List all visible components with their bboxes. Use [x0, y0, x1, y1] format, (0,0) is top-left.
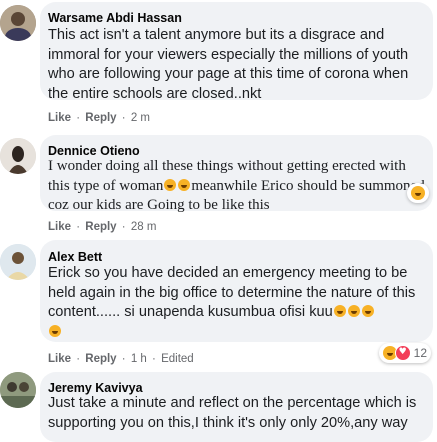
comment-bubble: Warsame Abdi Hassan This act isn't a tal… [40, 2, 433, 102]
comment-bubble: Jeremy Kavivya Just take a minute and re… [40, 372, 433, 442]
comment-author[interactable]: Jeremy Kavivya [48, 381, 143, 395]
like-link[interactable]: Like [48, 221, 71, 233]
haha-emoji-icon [49, 324, 61, 337]
haha-emoji-icon [411, 186, 425, 200]
comment-author[interactable]: Dennice Otieno [48, 144, 140, 158]
separator: · [121, 221, 126, 233]
comment-text: Just take a minute and reflect on the pe… [48, 395, 417, 431]
love-heart-icon [394, 345, 411, 361]
comment-text: Erick so you have decided an emergency m… [48, 264, 427, 342]
avatar[interactable] [0, 138, 36, 174]
separator: · [76, 221, 81, 233]
comment-time[interactable]: 1 h [131, 353, 147, 365]
comment-bubble: Alex Bett Erick so you have decided an e… [40, 240, 433, 342]
separator: · [76, 353, 81, 365]
haha-emoji-icon [164, 178, 177, 191]
comment-author[interactable]: Warsame Abdi Hassan [48, 11, 182, 25]
like-link[interactable]: Like [48, 112, 71, 124]
reply-link[interactable]: Reply [85, 221, 116, 233]
separator: · [121, 112, 126, 124]
avatar-photo-icon [0, 138, 36, 174]
comment-author[interactable]: Alex Bett [48, 250, 102, 264]
avatar[interactable] [0, 244, 36, 280]
reaction-badge[interactable] [407, 183, 429, 203]
avatar[interactable] [0, 372, 36, 408]
reaction-badge[interactable]: 12 [378, 343, 431, 363]
edited-label[interactable]: Edited [161, 353, 194, 365]
avatar[interactable] [0, 5, 36, 41]
avatar-photo-icon [0, 244, 36, 280]
comment-bubble: Dennice Otieno I wonder doing all these … [40, 135, 433, 213]
comment-text-body: Erick so you have decided an emergency m… [48, 265, 416, 320]
haha-emoji-icon [361, 305, 374, 317]
haha-emoji-icon [178, 178, 191, 191]
haha-emoji-icon [347, 305, 360, 317]
reply-link[interactable]: Reply [85, 353, 116, 365]
comment-actions: Like · Reply · 28 m [48, 221, 156, 233]
like-link[interactable]: Like [48, 353, 71, 365]
comment-time[interactable]: 28 m [131, 221, 157, 233]
reply-link[interactable]: Reply [85, 112, 116, 124]
avatar-photo-icon [0, 5, 36, 41]
separator: · [76, 112, 81, 124]
separator: · [152, 353, 156, 365]
comment-text: I wonder doing all these things without … [48, 157, 427, 216]
reaction-count: 12 [413, 346, 427, 360]
comment-time[interactable]: 2 m [131, 112, 150, 124]
haha-emoji-icon [333, 305, 346, 317]
comment-actions: Like · Reply · 1 h · Edited [48, 353, 194, 365]
comment-text: This act isn't a talent anymore but its … [48, 27, 409, 102]
separator: · [121, 353, 126, 365]
comment-actions: Like · Reply · 2 m [48, 112, 150, 124]
avatar-photo-icon [0, 372, 36, 408]
